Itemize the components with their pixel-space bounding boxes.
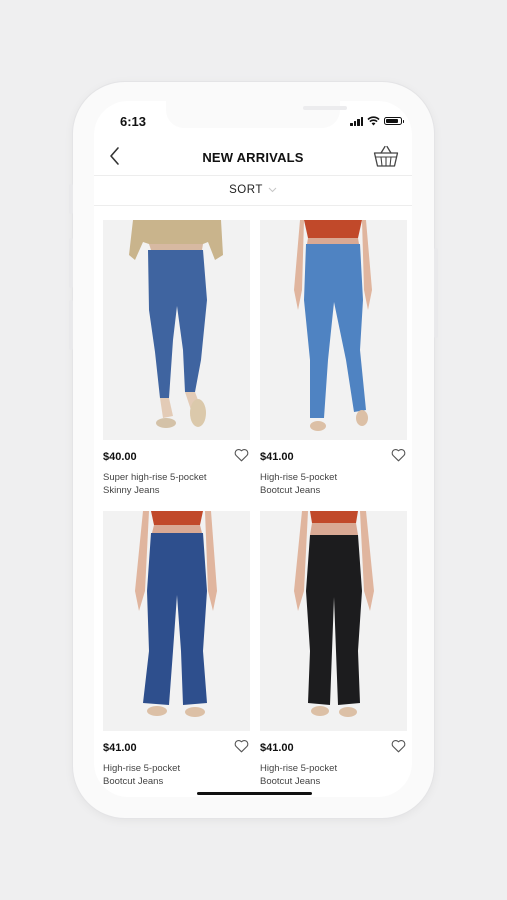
heart-outline-icon[interactable] (234, 448, 249, 462)
product-name-line: High-rise 5-pocket (260, 472, 338, 483)
wifi-icon (367, 116, 380, 126)
signal-icon (350, 116, 363, 126)
product-image[interactable] (103, 511, 250, 731)
battery-icon (384, 117, 404, 125)
product-name-line: Bootcut Jeans (103, 776, 164, 787)
jeans-photo (103, 220, 250, 440)
side-button (69, 184, 73, 214)
heart-outline-icon[interactable] (234, 739, 249, 753)
product-name: High-rise 5-pocket Bootcut Jeans (103, 762, 233, 788)
jeans-photo (260, 511, 407, 731)
product-name-line: High-rise 5-pocket (260, 763, 338, 774)
basket-button[interactable] (372, 143, 400, 169)
product-price: $40.00 (103, 451, 137, 463)
product-name-line: Skinny Jeans (103, 485, 160, 496)
jeans-photo (260, 220, 407, 440)
product-name: Super high-rise 5-pocket Skinny Jeans (103, 471, 233, 497)
basket-icon (373, 145, 399, 167)
header: NEW ARRIVALS (94, 139, 412, 175)
heart-outline-icon[interactable] (391, 448, 406, 462)
sort-label: SORT (229, 184, 263, 196)
chevron-down-icon (268, 187, 277, 193)
status-time: 6:13 (120, 114, 147, 129)
page-title: NEW ARRIVALS (202, 150, 304, 165)
phone-screen: 6:13 NEW ARRIVALS SORT $40.00 Super high… (94, 101, 412, 797)
product-image[interactable] (260, 511, 407, 731)
product-name: High-rise 5-pocket Bootcut Jeans (260, 471, 390, 497)
product-price: $41.00 (103, 742, 137, 754)
product-name-line: Bootcut Jeans (260, 776, 321, 787)
product-name-line: Bootcut Jeans (260, 485, 321, 496)
speaker (303, 106, 347, 110)
product-name-line: Super high-rise 5-pocket (103, 472, 207, 483)
sort-button[interactable]: SORT (94, 176, 412, 204)
home-indicator (197, 792, 312, 795)
product-price: $41.00 (260, 742, 294, 754)
product-price: $41.00 (260, 451, 294, 463)
product-name: High-rise 5-pocket Bootcut Jeans (260, 762, 390, 788)
sort-divider (94, 205, 412, 206)
product-card[interactable]: $40.00 Super high-rise 5-pocket Skinny J… (103, 220, 250, 496)
side-button (69, 300, 73, 350)
battery-level (386, 119, 398, 123)
product-card[interactable]: $41.00 High-rise 5-pocket Bootcut Jeans (260, 220, 407, 496)
notch (166, 101, 347, 128)
heart-outline-icon[interactable] (391, 739, 406, 753)
status-icons (350, 115, 404, 127)
product-card[interactable]: $41.00 High-rise 5-pocket Bootcut Jeans (103, 511, 250, 787)
jeans-photo (103, 511, 250, 731)
product-name-line: High-rise 5-pocket (103, 763, 181, 774)
product-image[interactable] (103, 220, 250, 440)
product-card[interactable]: $41.00 High-rise 5-pocket Bootcut Jeans (260, 511, 407, 787)
side-button (434, 248, 438, 338)
side-button (69, 238, 73, 288)
product-image[interactable] (260, 220, 407, 440)
